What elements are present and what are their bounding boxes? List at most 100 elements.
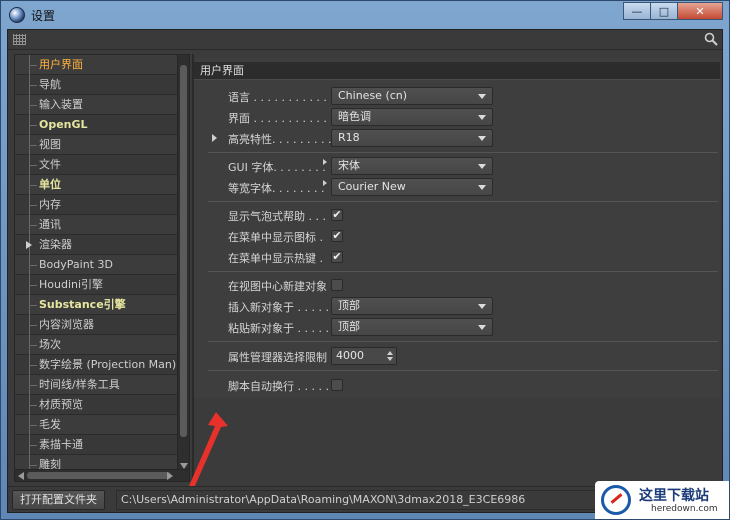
- scroll-left-icon[interactable]: [18, 472, 24, 480]
- menu-hotkeys-row: 在菜单中显示热键 . ✔: [194, 247, 720, 267]
- tree-line: [29, 445, 37, 446]
- tree-item-label: 导航: [39, 78, 61, 91]
- section-divider: [208, 271, 718, 272]
- font-marker-icon[interactable]: [323, 180, 327, 186]
- highlight-dropdown[interactable]: R18: [331, 129, 493, 147]
- tree-line: [29, 185, 37, 186]
- tree-item-label: 数字绘景 (Projection Man): [39, 358, 177, 371]
- chevron-down-icon: [478, 185, 486, 190]
- highlight-label: 高亮特性. . . . . . . . . .: [228, 133, 339, 146]
- tree-item[interactable]: 内容浏览器: [15, 315, 177, 335]
- tree-item[interactable]: 时间线/样条工具: [15, 375, 177, 395]
- tree-item[interactable]: 数字绘景 (Projection Man): [15, 355, 177, 375]
- tree-item[interactable]: Houdini引擎: [15, 275, 177, 295]
- scheme-value: 暗色调: [338, 110, 371, 123]
- chevron-down-icon: [478, 325, 486, 330]
- tree-line: [29, 225, 37, 226]
- tree-item[interactable]: 视图: [15, 135, 177, 155]
- tree-item-label: 渲染器: [39, 238, 72, 251]
- bubble-help-label: 显示气泡式帮助 . . .: [228, 210, 326, 223]
- gui-font-dropdown[interactable]: 宋体: [331, 157, 493, 175]
- tree-item-label: 用户界面: [39, 58, 83, 71]
- chevron-down-icon: [478, 164, 486, 169]
- minimize-button[interactable]: —: [623, 2, 651, 20]
- chevron-down-icon: [478, 136, 486, 141]
- expand-arrow-icon[interactable]: [212, 134, 217, 142]
- tree-line: [29, 125, 37, 126]
- tree-item[interactable]: 毛发: [15, 415, 177, 435]
- watermark-logo-icon: [601, 485, 631, 515]
- tree-item[interactable]: 内存: [15, 195, 177, 215]
- chevron-down-icon: [478, 94, 486, 99]
- paste-at-row: 粘贴新对象于 . . . . . 顶部: [194, 317, 720, 337]
- tree-item[interactable]: 素描卡通: [15, 435, 177, 455]
- paste-at-dropdown[interactable]: 顶部: [331, 318, 493, 336]
- mono-font-label: 等宽字体. . . . . . . .: [228, 182, 325, 195]
- section-divider: [208, 152, 718, 153]
- maximize-button[interactable]: □: [650, 2, 678, 20]
- tree-item[interactable]: 单位: [15, 175, 177, 195]
- stepper-down-icon[interactable]: [387, 357, 393, 361]
- watermark-title: 这里下载站: [639, 488, 709, 504]
- tree-item-label: 毛发: [39, 418, 61, 431]
- chevron-down-icon: [478, 115, 486, 120]
- tree-item[interactable]: 场次: [15, 335, 177, 355]
- stepper-up-icon[interactable]: [387, 351, 393, 355]
- tree-item[interactable]: 通讯: [15, 215, 177, 235]
- window-controls: — □ ✕: [623, 2, 723, 20]
- tree-vscroll-thumb[interactable]: [180, 65, 187, 437]
- insert-at-dropdown[interactable]: 顶部: [331, 297, 493, 315]
- font-marker-icon[interactable]: [323, 159, 327, 165]
- tree-item-label: BodyPaint 3D: [39, 258, 113, 271]
- tree-item-label: Houdini引擎: [39, 278, 104, 291]
- menu-hotkeys-checkbox[interactable]: ✔: [331, 251, 343, 263]
- grid-menu-icon[interactable]: [13, 34, 26, 45]
- expand-arrow-icon[interactable]: [26, 241, 32, 249]
- script-wrap-checkbox[interactable]: [331, 379, 343, 391]
- tree-item[interactable]: 导航: [15, 75, 177, 95]
- mono-font-dropdown[interactable]: Courier New: [331, 178, 493, 196]
- tree-hscroll-thumb[interactable]: [27, 472, 171, 479]
- tree-item[interactable]: 输入装置: [15, 95, 177, 115]
- tree-item[interactable]: Substance引擎: [15, 295, 177, 315]
- language-dropdown[interactable]: Chinese (cn): [331, 87, 493, 105]
- highlight-row: 高亮特性. . . . . . . . . . R18: [194, 128, 720, 148]
- tree-item-label: 时间线/样条工具: [39, 378, 120, 391]
- chevron-down-icon: [478, 304, 486, 309]
- attr-limit-value: 4000: [336, 349, 364, 362]
- tree-item[interactable]: OpenGL: [15, 115, 177, 135]
- bubble-help-checkbox[interactable]: ✔: [331, 209, 343, 221]
- attr-limit-label: 属性管理器选择限制: [228, 351, 327, 364]
- tree-item-label: 视图: [39, 138, 61, 151]
- new-at-center-checkbox[interactable]: [331, 279, 343, 291]
- tree-item-label: 输入装置: [39, 98, 83, 111]
- tree-item-label: 文件: [39, 158, 61, 171]
- attr-limit-row: 属性管理器选择限制 4000: [194, 346, 720, 366]
- tree-item[interactable]: 用户界面: [15, 55, 177, 75]
- tree-line: [29, 285, 37, 286]
- tree-horizontal-scrollbar[interactable]: [15, 469, 189, 481]
- tree-item[interactable]: 渲染器: [15, 235, 177, 255]
- scroll-right-icon[interactable]: [167, 472, 173, 480]
- title-bar[interactable]: 设置 — □ ✕: [1, 1, 729, 29]
- tree-item[interactable]: 材质预览: [15, 395, 177, 415]
- annotation-arrow-icon: [189, 412, 228, 488]
- menu-icons-checkbox[interactable]: ✔: [331, 230, 343, 242]
- window-title: 设置: [31, 9, 56, 23]
- tree-line: [29, 365, 37, 366]
- tree-item-label: Substance引擎: [39, 298, 126, 311]
- tree-vertical-scrollbar[interactable]: [177, 55, 189, 471]
- scheme-dropdown[interactable]: 暗色调: [331, 108, 493, 126]
- open-config-folder-button[interactable]: 打开配置文件夹: [12, 490, 105, 510]
- attr-limit-spinner[interactable]: 4000: [331, 347, 397, 365]
- close-button[interactable]: ✕: [677, 2, 723, 20]
- tree-line: [29, 325, 37, 326]
- gui-font-row: GUI 字体. . . . . . . . 宋体: [194, 156, 720, 176]
- insert-at-value: 顶部: [338, 299, 360, 312]
- tree-item[interactable]: 文件: [15, 155, 177, 175]
- highlight-value: R18: [338, 131, 360, 144]
- search-icon[interactable]: [704, 32, 718, 46]
- tree-item[interactable]: BodyPaint 3D: [15, 255, 177, 275]
- gui-font-value: 宋体: [338, 159, 360, 172]
- tree-line: [29, 205, 37, 206]
